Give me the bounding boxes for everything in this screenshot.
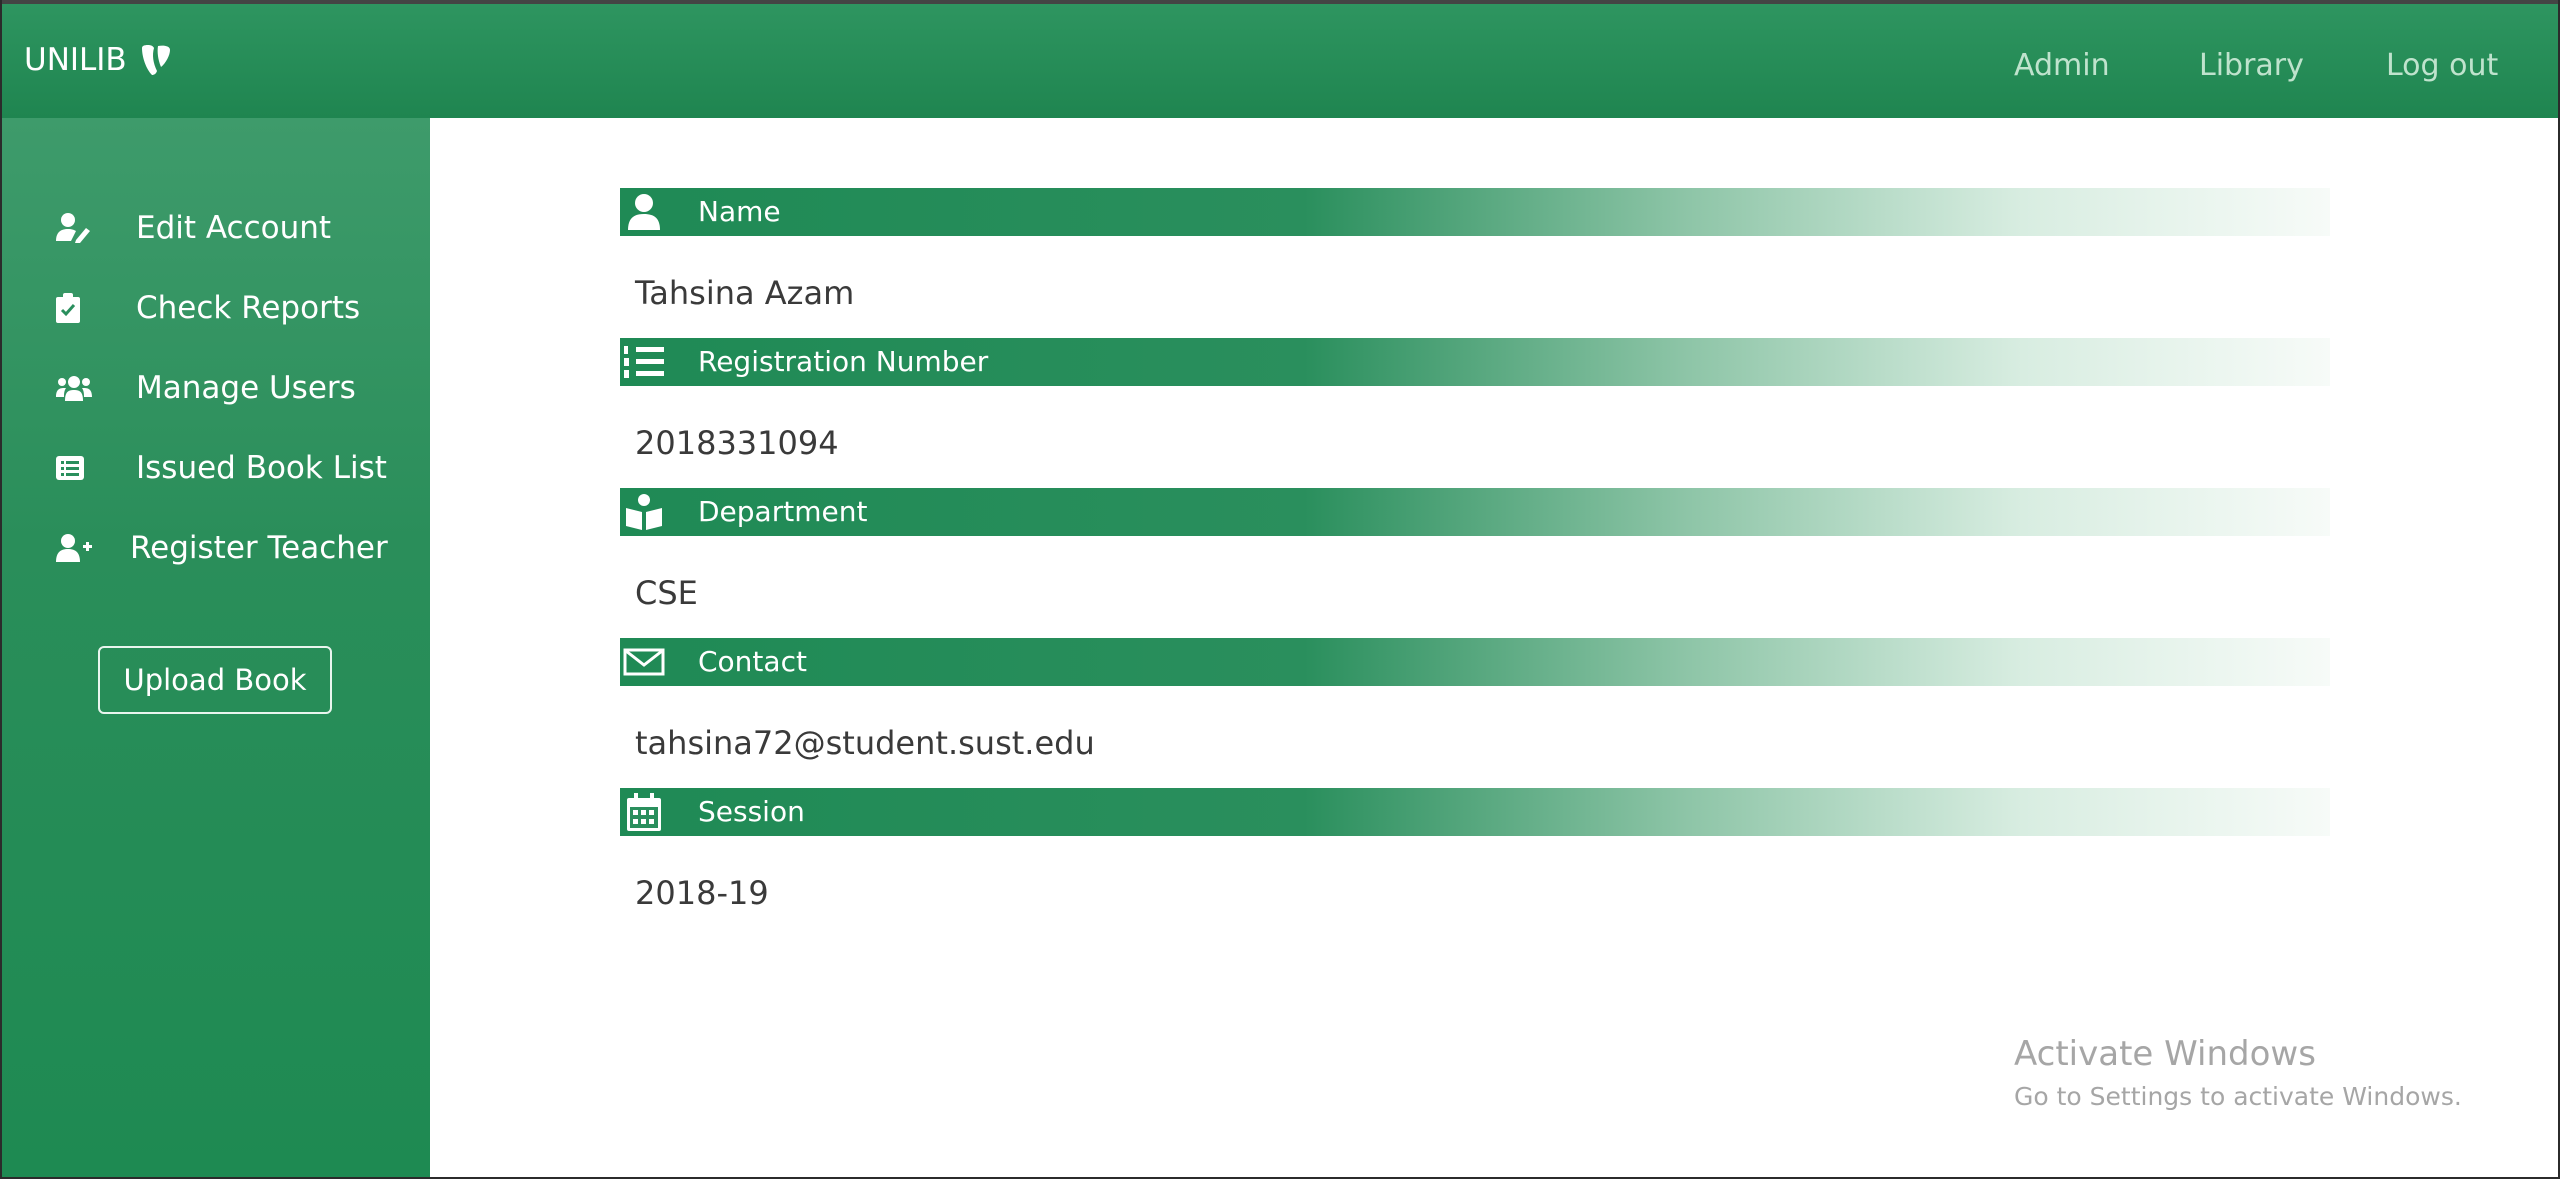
field-label: Department xyxy=(698,495,868,528)
sidebar-item-label: Edit Account xyxy=(136,210,332,246)
watermark-subtitle: Go to Settings to activate Windows. xyxy=(2014,1082,2462,1111)
sidebar: Edit Account Check Reports Manage Users … xyxy=(2,118,430,1177)
watermark-title: Activate Windows xyxy=(2014,1034,2316,1074)
field-value-session: 2018-19 xyxy=(635,874,769,912)
sidebar-item-label: Register Teacher xyxy=(130,530,388,566)
field-header-department: Department xyxy=(620,488,2330,536)
field-value-registration: 2018331094 xyxy=(635,424,839,462)
field-header-session: Session xyxy=(620,788,2330,836)
sidebar-item-label: Manage Users xyxy=(136,370,356,406)
user-plus-icon xyxy=(56,528,96,568)
field-label: Name xyxy=(698,195,781,228)
field-label: Registration Number xyxy=(698,345,989,378)
sidebar-item-register-teacher[interactable]: Register Teacher xyxy=(56,528,388,568)
sidebar-item-edit-account[interactable]: Edit Account xyxy=(56,208,331,248)
list-ol-icon xyxy=(622,338,666,386)
top-navbar: UNILIB Admin Library Log out xyxy=(2,0,2558,118)
windows-activation-watermark: Activate Windows Go to Settings to activ… xyxy=(2014,1034,2462,1114)
field-label: Contact xyxy=(698,645,807,678)
user-icon xyxy=(622,188,666,236)
list-alt-icon xyxy=(56,448,96,488)
field-value-contact: tahsina72@student.sust.edu xyxy=(635,724,1095,762)
typo3-logo-icon xyxy=(141,45,170,75)
users-icon xyxy=(56,368,96,408)
nav-library-link[interactable]: Library xyxy=(2199,48,2304,83)
field-value-department: CSE xyxy=(635,574,698,612)
brand-name: UNILIB xyxy=(24,42,127,78)
sidebar-item-check-reports[interactable]: Check Reports xyxy=(56,288,360,328)
field-label: Session xyxy=(698,795,805,828)
sidebar-item-label: Issued Book List xyxy=(136,450,387,486)
brand[interactable]: UNILIB xyxy=(24,42,173,78)
app-window: UNILIB Admin Library Log out Edit Accoun… xyxy=(0,0,2560,1179)
calendar-icon xyxy=(622,788,666,836)
field-header-name: Name xyxy=(620,188,2330,236)
sidebar-item-issued-book-list[interactable]: Issued Book List xyxy=(56,448,387,488)
user-edit-icon xyxy=(56,208,96,248)
sidebar-item-label: Check Reports xyxy=(136,290,361,326)
field-value-name: Tahsina Azam xyxy=(635,274,855,312)
envelope-icon xyxy=(622,638,666,686)
clipboard-check-icon xyxy=(56,288,96,328)
field-header-contact: Contact xyxy=(620,638,2330,686)
upload-book-button[interactable]: Upload Book xyxy=(98,646,332,714)
book-reader-icon xyxy=(622,488,666,536)
nav-logout-link[interactable]: Log out xyxy=(2386,48,2498,83)
field-header-registration: Registration Number xyxy=(620,338,2330,386)
nav-admin-link[interactable]: Admin xyxy=(2014,48,2110,83)
sidebar-item-manage-users[interactable]: Manage Users xyxy=(56,368,356,408)
